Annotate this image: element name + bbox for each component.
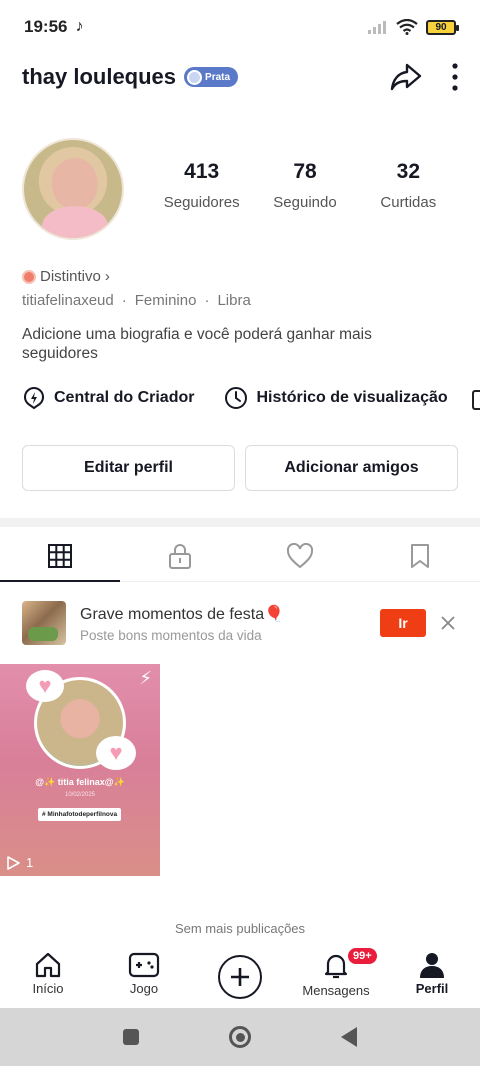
tab-private[interactable]	[120, 530, 240, 581]
following-count: 78	[293, 160, 317, 183]
nav-home[interactable]: Início	[0, 946, 96, 1008]
battery-icon: 90	[426, 19, 459, 35]
stat-followers[interactable]: 413 Seguidores	[150, 160, 253, 211]
tab-videos[interactable]	[0, 530, 120, 582]
tools-row: Central do Criador Histórico de visualiz…	[22, 386, 448, 410]
gamepad-icon	[128, 952, 160, 978]
clock-icon	[225, 387, 248, 409]
lock-icon	[169, 543, 191, 569]
distintivo-icon	[22, 269, 36, 284]
promo-subtitle: Poste bons momentos da vida	[80, 627, 262, 643]
nav-profile[interactable]: Perfil	[384, 946, 480, 1008]
video-thumbnail[interactable]: ♥ ♥ ⚡ @✨ titia felinax@✨ 10/02/2025 # Mi…	[0, 664, 160, 876]
back-icon[interactable]	[341, 1027, 357, 1047]
status-icons: 90	[368, 19, 459, 35]
grid-icon	[48, 543, 72, 568]
more-options-icon[interactable]	[452, 63, 458, 91]
lightbulb-icon	[23, 386, 45, 410]
more-tools-icon[interactable]	[472, 390, 480, 410]
nav-messages[interactable]: 99+ Mensagens	[288, 946, 384, 1008]
followers-label: Seguidores	[163, 194, 240, 211]
section-divider	[0, 518, 480, 527]
profile-action-buttons: Editar perfil Adicionar amigos	[22, 445, 458, 491]
avatar[interactable]	[22, 138, 124, 240]
nav-game-label: Jogo	[129, 981, 159, 996]
tiktok-notification-icon: ♪	[75, 18, 84, 35]
promo-title: Grave momentos de festa🎈	[80, 605, 285, 623]
profile-header: thay louleques Prata	[0, 54, 480, 100]
creator-center-label: Central do Criador	[54, 389, 195, 406]
play-count: 1	[26, 855, 34, 870]
likes-count: 32	[396, 160, 420, 183]
stat-likes[interactable]: 32 Curtidas	[357, 160, 460, 211]
share-icon[interactable]	[390, 62, 422, 92]
video-date: 10/02/2025	[64, 792, 96, 798]
system-nav-bar	[0, 1008, 480, 1066]
video-caption: @✨ titia felinax@✨	[35, 777, 125, 787]
nav-profile-label: Perfil	[415, 981, 449, 996]
creator-center-button[interactable]: Central do Criador	[22, 386, 194, 410]
feed-end-text: Sem mais publicações	[174, 921, 306, 936]
close-icon[interactable]	[438, 613, 458, 633]
plus-icon	[218, 955, 262, 999]
video-hashtag: # Minhafotodeperfilnova	[38, 808, 122, 821]
profile-bio[interactable]: Adicione uma biografia e você poderá gan…	[22, 325, 442, 363]
nav-home-label: Início	[32, 981, 64, 996]
likes-label: Curtidas	[380, 194, 437, 211]
bookmark-icon	[411, 543, 429, 568]
signal-icon	[368, 21, 386, 34]
promo-go-button[interactable]: Ir	[380, 609, 426, 637]
edit-profile-button[interactable]: Editar perfil	[22, 445, 235, 491]
wifi-icon	[396, 19, 418, 35]
promo-banner[interactable]: Grave momentos de festa🎈 Poste bons mome…	[0, 598, 480, 648]
nav-create[interactable]	[192, 946, 288, 1008]
promo-thumbnail	[22, 601, 66, 645]
status-time: 19:56	[24, 17, 68, 36]
profile-username: thay louleques	[22, 64, 177, 89]
tab-liked[interactable]	[240, 530, 360, 581]
watch-history-label: Histórico de visualização	[256, 389, 448, 406]
level-badge[interactable]: Prata	[184, 67, 239, 87]
content-tabs	[0, 530, 480, 582]
recent-apps-icon[interactable]	[123, 1029, 139, 1045]
notification-badge: 99+	[346, 946, 379, 966]
stat-following[interactable]: 78 Seguindo	[253, 160, 356, 211]
bottom-nav: Início Jogo 99+ Mensagens Perfil	[0, 946, 480, 1008]
profile-handle: titiafelinaxeud	[22, 292, 114, 309]
chevron-right-icon: ›	[104, 268, 110, 285]
play-icon	[7, 855, 20, 870]
distintivo-link[interactable]: Distintivo ›	[22, 268, 110, 285]
avatar-face	[52, 158, 98, 210]
nav-messages-label: Mensagens	[302, 983, 370, 998]
status-bar: 19:56 ♪ 90	[0, 0, 480, 54]
home-icon	[35, 952, 61, 978]
add-friends-button[interactable]: Adicionar amigos	[245, 445, 458, 491]
nav-game[interactable]: Jogo	[96, 946, 192, 1008]
profile-sign: Libra	[196, 292, 250, 309]
watch-history-button[interactable]: Histórico de visualização	[224, 386, 448, 410]
followers-count: 413	[184, 160, 220, 183]
video-play-count: 1	[6, 855, 33, 870]
profile-stats: 413 Seguidores 78 Seguindo 32 Curtidas	[150, 160, 460, 211]
profile-meta: titiafelinaxeudFemininoLibra	[22, 292, 251, 309]
avatar-cloth	[42, 206, 108, 238]
badge-label: Prata	[205, 71, 231, 83]
heart-icon	[286, 542, 314, 568]
person-icon	[420, 953, 444, 978]
heart-sticker-icon: ♥	[96, 736, 136, 770]
heart-sticker-icon: ♥	[26, 670, 64, 702]
system-home-icon[interactable]	[229, 1026, 251, 1048]
tab-saved[interactable]	[360, 530, 480, 581]
distintivo-label: Distintivo	[40, 268, 101, 285]
badge-icon	[187, 69, 203, 85]
following-label: Seguindo	[273, 194, 337, 211]
lightning-icon: ⚡	[139, 668, 152, 688]
profile-gender: Feminino	[114, 292, 197, 309]
